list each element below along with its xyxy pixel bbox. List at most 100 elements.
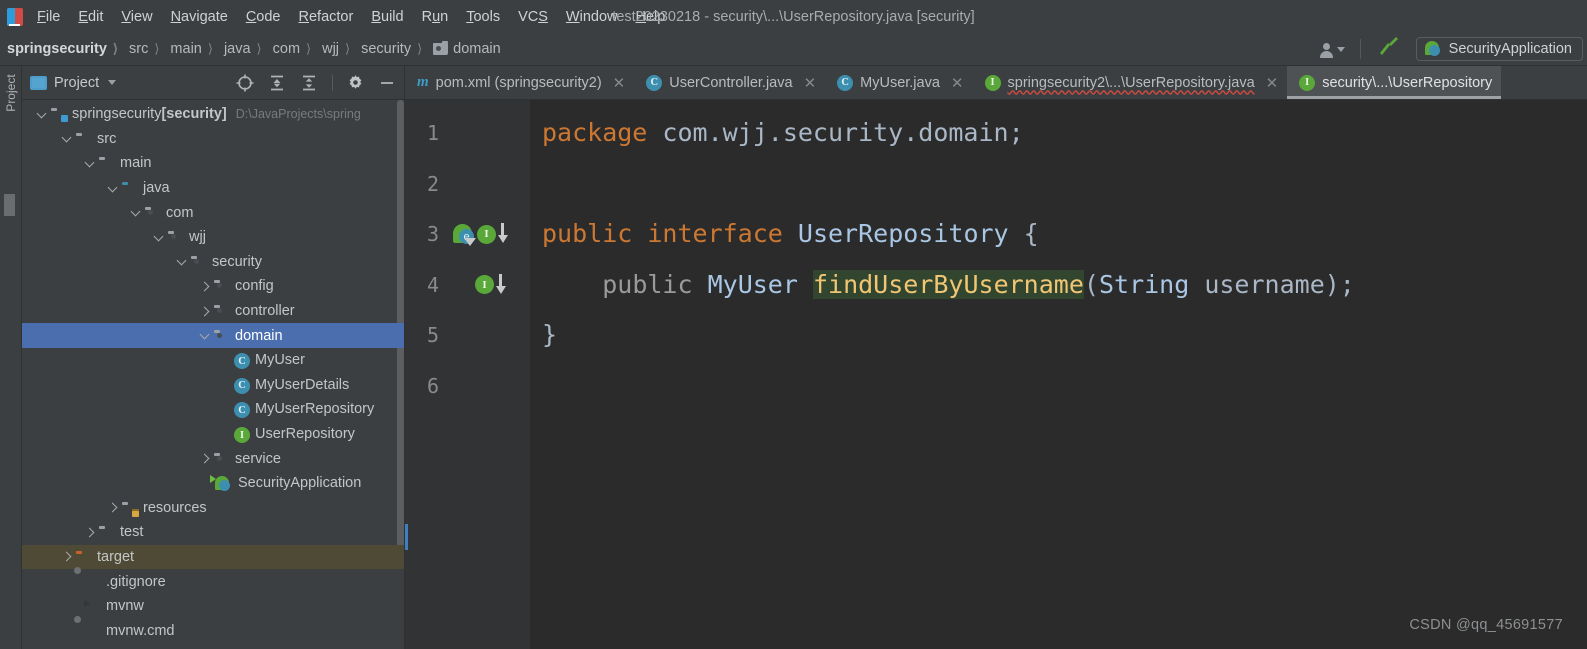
chevron-down-icon[interactable]: [36, 108, 49, 121]
chevron-right-icon[interactable]: [61, 550, 74, 563]
menu-item-file[interactable]: File: [28, 6, 69, 28]
menu-item-refactor[interactable]: Refactor: [290, 6, 363, 28]
chevron-down-icon[interactable]: [107, 182, 120, 195]
ide-window: File Edit View Navigate Code Refactor Bu…: [0, 0, 1587, 649]
editor-content: 1 2 3 e I 4 I 5 6 package com.wjj.securi…: [405, 100, 1587, 649]
implemented-method-icon[interactable]: I: [475, 275, 494, 295]
interface-icon: I: [234, 427, 250, 444]
tree-item-label: .gitignore: [106, 573, 166, 590]
menu-item-build[interactable]: Build: [362, 6, 412, 28]
menu-item-tools[interactable]: Tools: [457, 6, 509, 28]
chevron-right-icon[interactable]: [199, 305, 212, 318]
tool-window-button-project[interactable]: Project: [4, 65, 18, 121]
menu-item-vcs[interactable]: VCS: [509, 6, 557, 28]
down-arrow-icon[interactable]: [495, 273, 506, 296]
down-arrow-icon[interactable]: [497, 223, 508, 245]
tree-item-myuser[interactable]: C MyUser: [22, 348, 404, 373]
close-icon[interactable]: ✕: [1266, 74, 1279, 92]
settings-gear-icon[interactable]: [347, 74, 364, 91]
tree-item-springsecurity[interactable]: springsecurity [security] D:\JavaProject…: [22, 102, 404, 127]
chevron-right-icon[interactable]: [199, 280, 212, 293]
breadcrumb-item-domain[interactable]: domain: [430, 40, 504, 58]
run-configuration-selector[interactable]: SecurityApplication: [1415, 37, 1583, 61]
tree-item-userrepository[interactable]: I UserRepository: [22, 422, 404, 447]
gutter-line-5: 5: [405, 310, 530, 550]
tree-item-mvnw[interactable]: mvnw: [22, 594, 404, 619]
package-icon: [433, 41, 449, 55]
breadcrumb-label: main: [170, 41, 202, 57]
editor-tab-springsecurity2-userrepository[interactable]: I springsecurity2\...\UserRepository.jav…: [973, 66, 1288, 99]
editor-tab-security-userrepository[interactable]: I security\...\UserRepository: [1287, 66, 1502, 99]
expand-all-icon[interactable]: [268, 74, 286, 92]
spring-boot-class-icon: [210, 475, 231, 492]
tree-item-myuserdetails[interactable]: C MyUserDetails: [22, 373, 404, 398]
editor-tab-usercontroller[interactable]: C UserController.java ✕: [634, 66, 825, 99]
chevron-down-icon[interactable]: [84, 157, 97, 170]
chevron-down-icon[interactable]: [130, 206, 143, 219]
person-dropdown-button[interactable]: [1314, 40, 1351, 59]
breadcrumb-item-security[interactable]: security ⟩: [358, 40, 430, 58]
tree-item-gitignore[interactable]: .gitignore: [22, 569, 404, 594]
tree-item-wjj[interactable]: wjj: [22, 225, 404, 250]
spring-bean-icon[interactable]: e: [453, 223, 476, 247]
tree-item-label: main: [120, 155, 152, 172]
tree-item-label: service: [235, 450, 281, 467]
tree-item-service[interactable]: service: [22, 446, 404, 471]
close-icon[interactable]: ✕: [951, 74, 964, 92]
menu-item-run[interactable]: Run: [413, 6, 458, 28]
tree-item-mvnwcmd[interactable]: mvnw.cmd: [22, 618, 404, 643]
code-text[interactable]: package com.wjj.security.domain; public …: [530, 100, 1587, 649]
breadcrumb-item-java[interactable]: java ⟩: [221, 40, 270, 58]
menu-item-window[interactable]: Window: [557, 6, 627, 28]
build-button[interactable]: [1370, 34, 1410, 65]
tree-item-src[interactable]: src: [22, 127, 404, 152]
menu-item-navigate[interactable]: Navigate: [162, 6, 237, 28]
chevron-down-icon[interactable]: [108, 80, 117, 85]
app-logo-icon: [2, 4, 28, 30]
breadcrumb-item-wjj[interactable]: wjj ⟩: [319, 40, 358, 58]
breadcrumb-item-springsecurity[interactable]: springsecurity ⟩: [4, 40, 126, 58]
tree-item-controller[interactable]: controller: [22, 299, 404, 324]
menu-item-edit[interactable]: Edit: [69, 6, 112, 28]
tree-item-target[interactable]: target: [22, 544, 404, 570]
tree-item-config[interactable]: config: [22, 274, 404, 299]
menu-item-view[interactable]: View: [112, 6, 161, 28]
chevron-right-icon[interactable]: [84, 526, 97, 539]
editor-tab-myuser[interactable]: C MyUser.java ✕: [825, 66, 972, 99]
chevron-right-icon[interactable]: [199, 452, 212, 465]
tree-item-myuserrepository[interactable]: C MyUserRepository: [22, 397, 404, 422]
menu-item-help[interactable]: Help: [626, 6, 674, 28]
editor-gutter[interactable]: 1 2 3 e I 4 I 5 6: [405, 100, 530, 649]
tree-item-com[interactable]: com: [22, 200, 404, 225]
breadcrumb-item-src[interactable]: src ⟩: [126, 40, 167, 58]
tree-item-main[interactable]: main: [22, 151, 404, 176]
tree-item-domain[interactable]: domain: [22, 323, 404, 348]
collapse-all-icon[interactable]: [300, 74, 318, 92]
locate-icon[interactable]: [236, 74, 254, 92]
breadcrumb-item-com[interactable]: com ⟩: [270, 40, 319, 58]
package-icon: [214, 452, 230, 466]
tree-item-securityapplication[interactable]: SecurityApplication: [22, 471, 404, 496]
editor-tab-label: MyUser.java: [860, 74, 940, 91]
line-number: 5: [426, 323, 439, 348]
tree-item-resources[interactable]: resources: [22, 496, 404, 521]
chevron-down-icon[interactable]: [61, 132, 74, 145]
implemented-interface-icon[interactable]: I: [477, 224, 496, 244]
minimize-icon[interactable]: [378, 74, 396, 92]
editor-tab-pom-xml[interactable]: m pom.xml (springsecurity2) ✕: [405, 66, 634, 99]
chevron-down-icon[interactable]: [199, 329, 212, 342]
tree-item-security[interactable]: security: [22, 250, 404, 275]
menu-item-code[interactable]: Code: [237, 6, 290, 28]
tree-item-java[interactable]: java: [22, 176, 404, 201]
close-icon[interactable]: ✕: [613, 74, 626, 92]
class-icon: C: [234, 377, 250, 394]
close-icon[interactable]: ✕: [804, 74, 817, 92]
tree-item-test[interactable]: test: [22, 520, 404, 545]
chevron-down-icon[interactable]: [153, 231, 166, 244]
chevron-right-icon[interactable]: [107, 501, 120, 514]
project-tree[interactable]: springsecurity [security] D:\JavaProject…: [22, 100, 404, 649]
class-icon: C: [837, 74, 854, 91]
breadcrumb-item-main[interactable]: main ⟩: [167, 40, 221, 58]
chevron-down-icon[interactable]: [176, 255, 189, 268]
